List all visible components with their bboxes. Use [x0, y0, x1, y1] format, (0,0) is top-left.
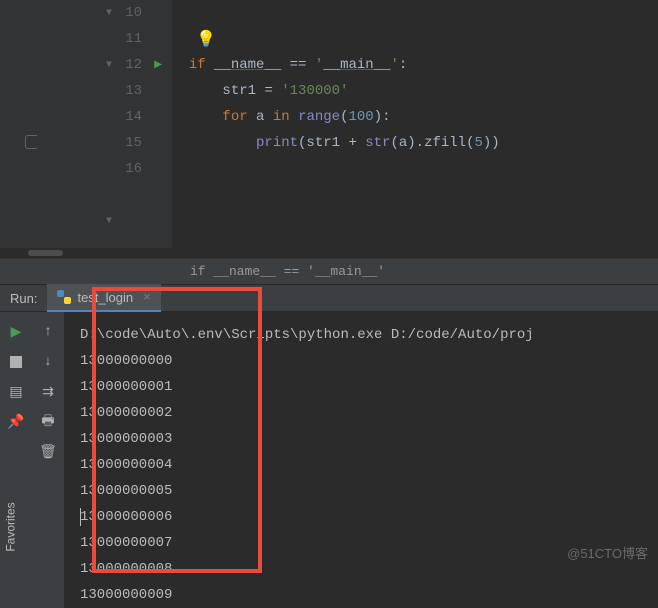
print-icon[interactable]: 🖶	[40, 414, 56, 430]
closure-icon	[25, 135, 37, 149]
var-name: __name__	[214, 57, 281, 73]
rerun-icon[interactable]: ▶	[8, 324, 24, 340]
trash-icon[interactable]: 🗑	[40, 444, 56, 460]
line-number: 13	[125, 83, 142, 99]
python-icon	[57, 290, 71, 304]
line-number: 10	[125, 5, 142, 21]
console-output[interactable]: D:\code\Auto\.env\Scripts\python.exe D:/…	[64, 312, 658, 608]
code-area[interactable]: 💡 if __name__ == '__main__': str1 = '130…	[172, 0, 658, 248]
line-number: 14	[125, 109, 142, 125]
gutter: ▼ 10 11 ▼ 12 ▶ 13 14 15 16 ▼	[27, 0, 172, 248]
fold-arrow-icon[interactable]: ▼	[106, 8, 112, 19]
console-line: 13000000004	[80, 452, 658, 478]
console-line: 13000000005	[80, 478, 658, 504]
console-line: 13000000009	[80, 582, 658, 608]
console-line: 13000000006	[80, 504, 658, 530]
line-number: 15	[125, 135, 142, 151]
up-icon[interactable]: ↑	[40, 324, 56, 340]
console-line: 13000000000	[80, 348, 658, 374]
breadcrumb-text: if __name__ == '__main__'	[190, 264, 385, 279]
run-panel: Run: test_login × ▶ ▤ 📌 ↑ ↓ ⇉ 🖶 🗑 D:\cod…	[0, 284, 658, 608]
kw-if: if	[189, 57, 206, 73]
line-number: 11	[125, 31, 142, 47]
fold-arrow-icon[interactable]: ▼	[106, 60, 112, 71]
watermark: @51CTO博客	[567, 543, 648, 562]
layout-icon[interactable]: ▤	[8, 384, 24, 400]
stop-icon[interactable]	[8, 354, 24, 370]
console-line: 13000000002	[80, 400, 658, 426]
run-header: Run: test_login ×	[0, 284, 658, 312]
intention-bulb-icon[interactable]: 💡	[196, 29, 216, 49]
left-margin	[0, 0, 27, 248]
scrollbar-thumb[interactable]	[28, 250, 63, 256]
down-icon[interactable]: ↓	[40, 354, 56, 370]
run-tab-title: test_login	[77, 290, 133, 305]
editor-area: ▼ 10 11 ▼ 12 ▶ 13 14 15 16 ▼ 💡 if __name__ …	[0, 0, 658, 248]
favorites-label: Favorites	[4, 502, 18, 551]
run-tools-secondary: ↑ ↓ ⇉ 🖶 🗑	[32, 312, 64, 608]
fold-arrow-icon[interactable]: ▼	[106, 216, 112, 227]
line-number: 16	[125, 161, 142, 177]
run-label: Run:	[0, 291, 47, 306]
favorites-toolwindow[interactable]: Favorites	[0, 477, 22, 577]
run-gutter-icon[interactable]: ▶	[154, 59, 162, 71]
console-line: 13000000001	[80, 374, 658, 400]
wrap-icon[interactable]: ⇉	[40, 384, 56, 400]
pin-icon[interactable]: 📌	[8, 414, 24, 430]
horizontal-scrollbar[interactable]	[0, 248, 658, 258]
line-number: 12	[125, 57, 142, 73]
close-icon[interactable]: ×	[143, 290, 151, 305]
console-cmd: D:\code\Auto\.env\Scripts\python.exe D:/…	[80, 322, 658, 348]
console-line: 13000000003	[80, 426, 658, 452]
run-tab[interactable]: test_login ×	[47, 284, 160, 312]
breadcrumb[interactable]: if __name__ == '__main__'	[0, 258, 658, 284]
